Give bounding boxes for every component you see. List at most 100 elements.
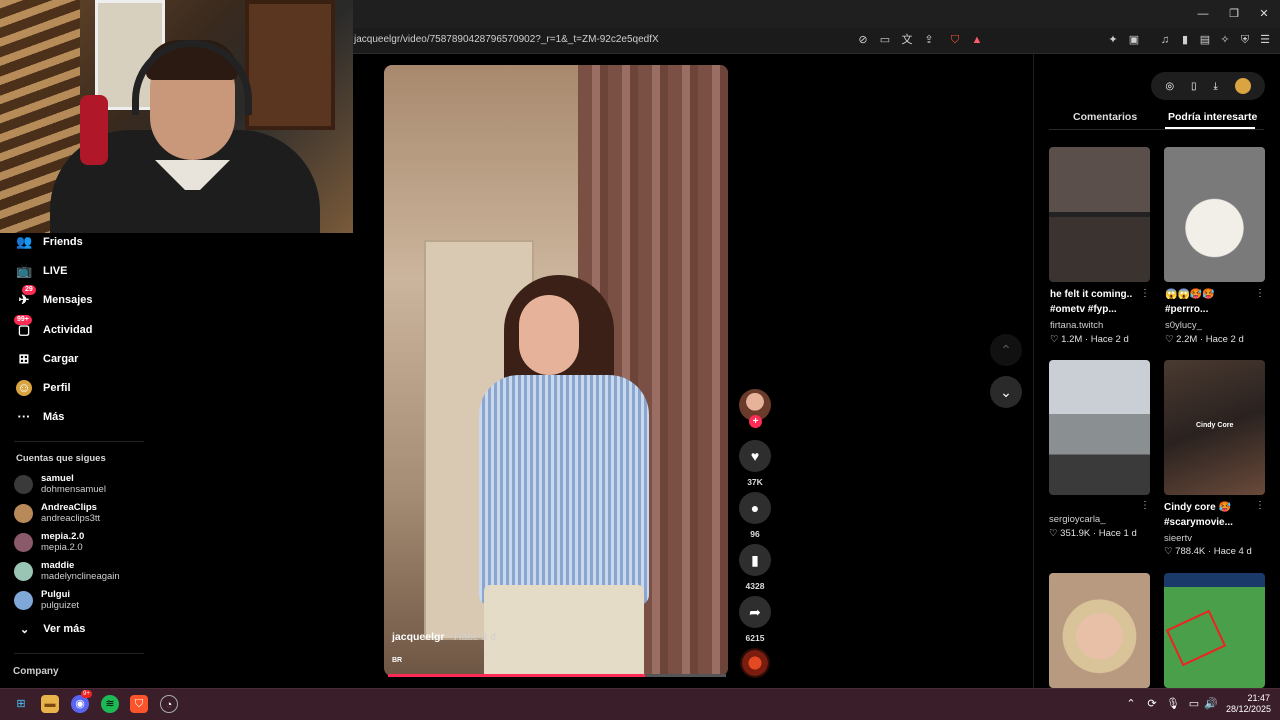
- following-section-title: Cuentas que sigues: [16, 453, 106, 464]
- following-account[interactable]: samuel dohmensamuel: [14, 471, 106, 497]
- video-author-line[interactable]: jacqueelgr · Hace 3 d: [392, 631, 496, 643]
- account-name: AndreaClips: [41, 502, 97, 513]
- share-page-icon[interactable]: ⇪: [922, 33, 936, 47]
- sidebar-item-activity[interactable]: ▢ 99+ Actividad: [14, 315, 93, 341]
- microphone-icon[interactable]: 🎙: [1164, 695, 1182, 713]
- live-icon: 📺: [16, 263, 33, 278]
- taskbar-clock[interactable]: 21:47 28/12/2025: [1226, 693, 1271, 715]
- recommendation-author[interactable]: sieertv: [1164, 533, 1192, 544]
- no-tracking-icon[interactable]: ⊘: [856, 33, 870, 47]
- tray-chevron-up-icon[interactable]: ⌃: [1122, 695, 1140, 713]
- address-bar[interactable]: jacqueelgr/video/7587890428796570902?_r=…: [354, 34, 659, 45]
- recommendation-thumbnail[interactable]: Cindy Core: [1164, 360, 1265, 495]
- taskbar: [0, 688, 1280, 720]
- sidebar-item-messages[interactable]: ✈ 29 Mensajes: [16, 285, 93, 311]
- volume-icon[interactable]: 🔊: [1202, 695, 1220, 713]
- video-progress-fill: [388, 674, 645, 677]
- panel-toolbar: ◎ ▯ ⤓: [1151, 72, 1265, 100]
- avatar: [14, 474, 33, 494]
- account-handle: mepia.2.0: [41, 542, 83, 553]
- streamer-microphone: [80, 95, 108, 165]
- leo-ai-icon[interactable]: ✧: [1218, 33, 1232, 47]
- download-icon[interactable]: ⤓: [1213, 81, 1217, 92]
- music-icon[interactable]: ♫: [1158, 33, 1172, 47]
- obs-icon[interactable]: ◔: [160, 695, 178, 713]
- recommendation-author[interactable]: sergioycarla_: [1049, 514, 1106, 525]
- brave-rewards-icon[interactable]: ▲: [970, 33, 984, 47]
- restore-button[interactable]: ❐: [1226, 6, 1242, 22]
- sidebar-item-upload[interactable]: ⊞ Cargar: [16, 348, 79, 370]
- upload-icon: ⊞: [18, 351, 30, 366]
- chevron-down-icon: ⌄: [1000, 384, 1012, 400]
- sidebar-item-profile[interactable]: ☺ Perfil: [16, 377, 71, 399]
- follow-plus-icon[interactable]: +: [749, 415, 762, 428]
- recommendation-thumbnail[interactable]: [1164, 147, 1265, 282]
- recommendation-thumbnail[interactable]: [1049, 147, 1150, 282]
- comment-button[interactable]: ●: [739, 492, 771, 524]
- account-name: Pulgui: [41, 589, 71, 600]
- vpn-icon[interactable]: ⛨: [1238, 33, 1252, 47]
- previous-video-button[interactable]: ⌃: [990, 334, 1022, 366]
- following-account[interactable]: AndreaClips andreaclips3tt: [14, 500, 100, 526]
- translate-icon[interactable]: 文: [900, 33, 914, 47]
- network-icon[interactable]: ▭: [1185, 695, 1203, 713]
- recommendation-author[interactable]: s0ylucy_: [1165, 320, 1202, 331]
- minimize-button[interactable]: —: [1195, 6, 1211, 22]
- recommendation-stats: ♡ 788.4K · Hace 4 d: [1164, 546, 1252, 557]
- sidebar-item-live[interactable]: 📺 LIVE: [16, 260, 67, 282]
- recommendation-thumbnail[interactable]: [1049, 360, 1150, 495]
- brave-browser-icon[interactable]: ⛉: [130, 695, 148, 713]
- following-account[interactable]: maddie madelynclineagain: [14, 558, 120, 584]
- sidebar-item-label: Cargar: [43, 353, 79, 365]
- save-button[interactable]: ▮: [739, 544, 771, 576]
- next-video-button[interactable]: ⌄: [990, 376, 1022, 408]
- webcam-door: [245, 0, 335, 130]
- discord-icon[interactable]: ◉ 9+: [71, 690, 92, 713]
- video-author[interactable]: jacqueelgr: [392, 631, 445, 643]
- brave-shields-icon[interactable]: ⛉: [948, 33, 962, 47]
- extensions-icon[interactable]: ✦: [1106, 33, 1120, 47]
- sync-icon[interactable]: ⟳: [1143, 695, 1161, 713]
- close-window-button[interactable]: ✕: [1256, 6, 1272, 22]
- avatar: [14, 503, 33, 523]
- company-link[interactable]: Company: [13, 666, 59, 677]
- tab-divider: [1049, 129, 1264, 130]
- video-region: BR: [392, 657, 403, 664]
- music-disc-icon[interactable]: [740, 648, 770, 678]
- spotify-icon[interactable]: ≋: [101, 695, 119, 713]
- windows-start-icon[interactable]: ⊞: [12, 695, 30, 713]
- account-name: maddie: [41, 560, 75, 571]
- messages-icon: ✈ 29: [16, 285, 36, 308]
- following-account[interactable]: mepia.2.0 mepia.2.0: [14, 529, 84, 555]
- recommendation-title[interactable]: Cindy core 🥵 #scarymovie...: [1164, 500, 1259, 530]
- sidebar-item-friends[interactable]: 👥 Friends: [16, 231, 83, 253]
- menu-icon[interactable]: ☰: [1258, 33, 1272, 47]
- file-explorer-icon[interactable]: ▬: [41, 695, 59, 713]
- sidebar-toggle-icon[interactable]: ▮: [1178, 33, 1192, 47]
- recommendation-thumbnail[interactable]: [1164, 573, 1265, 688]
- recommendation-author[interactable]: firtana.twitch: [1050, 320, 1103, 331]
- screenshot-icon[interactable]: ▣: [1127, 33, 1141, 47]
- sidebar-item-more[interactable]: ··· Más: [16, 406, 65, 428]
- share-arrow-icon: ➦: [749, 604, 761, 620]
- compass-icon[interactable]: ◎: [1165, 81, 1174, 92]
- sidebar-divider: [14, 441, 144, 442]
- wallet-icon[interactable]: ▤: [1198, 33, 1212, 47]
- video-player[interactable]: [384, 65, 728, 676]
- recommendation-stats: ♡ 1.2M · Hace 2 d: [1050, 334, 1129, 345]
- more-options-icon[interactable]: ⋮: [1140, 500, 1150, 511]
- cast-icon[interactable]: ▭: [878, 33, 892, 47]
- like-button[interactable]: ♥: [739, 440, 771, 472]
- user-avatar[interactable]: [1234, 78, 1251, 94]
- chevron-up-icon: ⌃: [1000, 342, 1012, 358]
- tab-suggested[interactable]: Podría interesarte: [1168, 111, 1257, 123]
- recommendation-thumbnail[interactable]: [1049, 573, 1150, 688]
- share-button[interactable]: ➦: [739, 596, 771, 628]
- device-icon[interactable]: ▯: [1191, 81, 1197, 92]
- recommendation-title[interactable]: he felt it coming.. #ometv #fyp...: [1050, 287, 1145, 317]
- recommendation-title[interactable]: 😱😱🥵🥵 #perrro...: [1165, 287, 1260, 317]
- recommendation-stats: ♡ 2.2M · Hace 2 d: [1165, 334, 1244, 345]
- see-more-button[interactable]: ⌄ Ver más: [20, 623, 85, 636]
- tab-comments[interactable]: Comentarios: [1073, 111, 1137, 123]
- following-account[interactable]: Pulgui pulguizet: [14, 587, 79, 613]
